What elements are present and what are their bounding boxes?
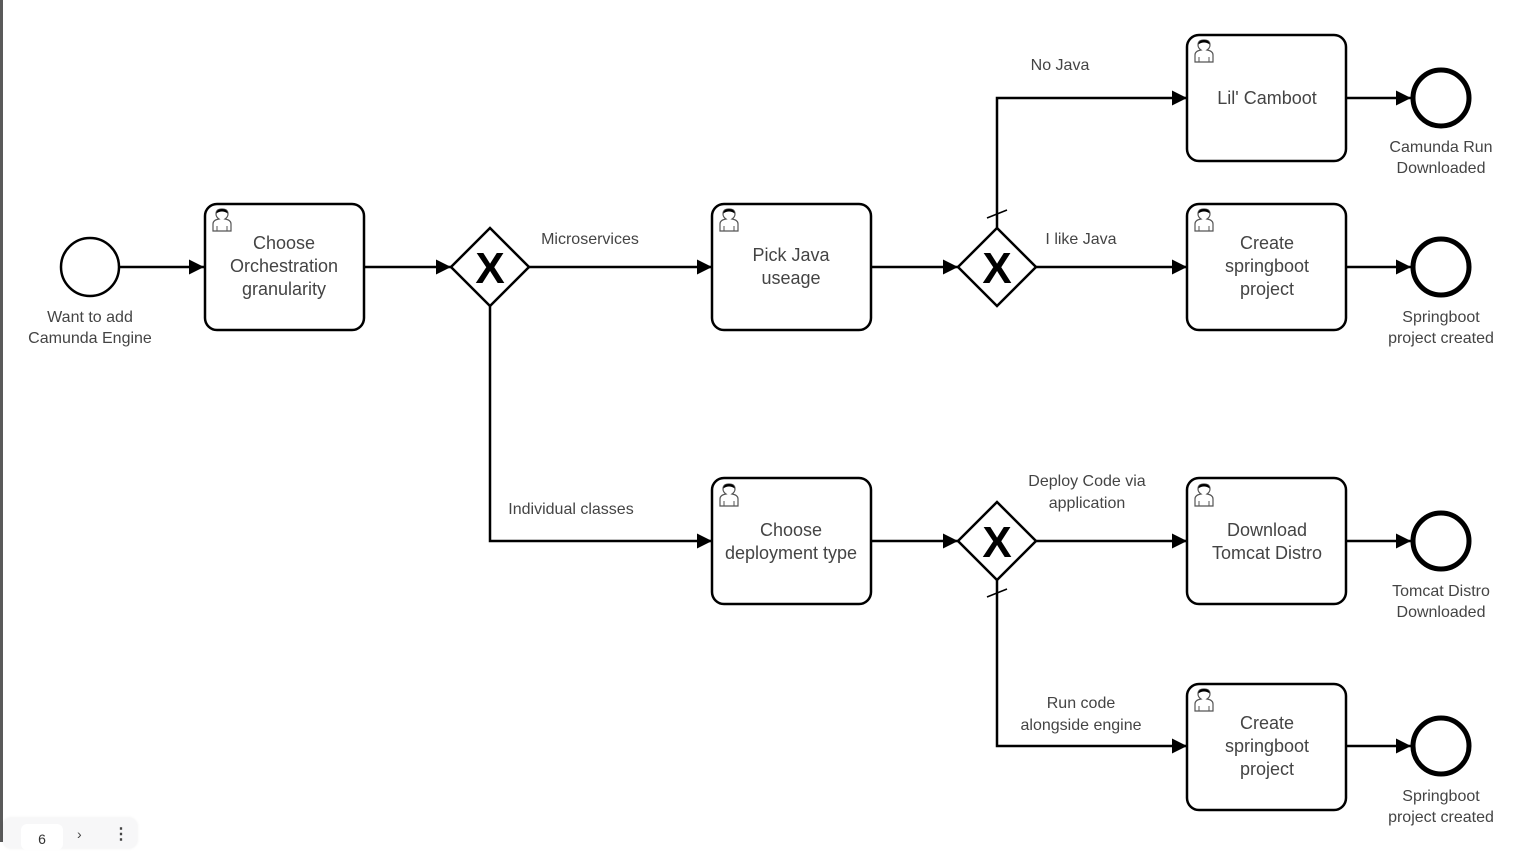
flow-label-no-java: No Java (1031, 57, 1090, 74)
user-icon (719, 483, 739, 507)
start-event-label: Camunda Engine (28, 330, 152, 347)
user-icon (1194, 688, 1214, 712)
user-task-create-springboot-1[interactable]: Create springboot project (1185, 202, 1348, 332)
user-task-create-springboot-2[interactable]: Create springboot project (1185, 682, 1348, 812)
user-task-download-tomcat[interactable]: Download Tomcat Distro (1185, 476, 1348, 606)
start-event-label: Want to add (47, 309, 133, 326)
task-label: springboot (1225, 256, 1309, 276)
user-icon (212, 208, 232, 232)
exclusive-gateway-3[interactable]: X (956, 500, 1038, 582)
end-event-tomcat[interactable]: Tomcat Distro Downloaded (1392, 510, 1490, 621)
task-label: springboot (1225, 736, 1309, 756)
flow-label-deploy-via-application: Deploy Code via (1028, 473, 1146, 490)
task-label: Pick Java (752, 245, 830, 265)
user-icon (719, 208, 739, 232)
end-event-label: Tomcat Distro (1392, 583, 1490, 600)
end-event-label: project created (1388, 330, 1494, 347)
end-event-label: project created (1388, 809, 1494, 826)
user-icon (1194, 483, 1214, 507)
flow-label-i-like-java: I like Java (1045, 231, 1116, 248)
task-label: Tomcat Distro (1212, 543, 1322, 563)
start-event[interactable]: Want to add Camunda Engine (28, 236, 152, 347)
task-label: Download (1227, 520, 1307, 540)
task-label: Orchestration (230, 256, 338, 276)
end-event-springboot-1[interactable]: Springboot project created (1388, 236, 1494, 347)
page-number-input[interactable]: 6 (21, 824, 63, 850)
task-label: Choose (760, 520, 822, 540)
end-event-label: Camunda Run (1389, 139, 1492, 156)
user-task-choose-orchestration[interactable]: Choose Orchestration granularity (203, 202, 366, 332)
task-label: Lil' Camboot (1217, 88, 1316, 108)
end-event-label: Springboot (1402, 309, 1480, 326)
task-label: useage (761, 268, 820, 288)
exclusive-gateway-2[interactable]: X (956, 226, 1038, 308)
end-event-springboot-2[interactable]: Springboot project created (1388, 715, 1494, 826)
user-icon (1194, 208, 1214, 232)
gateway-x-marker: X (982, 244, 1011, 293)
flow-label-individual-classes: Individual classes (508, 501, 633, 518)
page-toolbar: 6 › ⋮ (3, 818, 137, 850)
more-vertical-icon[interactable]: ⋮ (113, 824, 129, 844)
flow-label-run-alongside-engine: Run code (1047, 695, 1116, 712)
end-event-label: Downloaded (1397, 160, 1486, 177)
flow-label-microservices: Microservices (541, 231, 639, 248)
user-task-choose-deployment-type[interactable]: Choose deployment type (710, 476, 873, 606)
exclusive-gateway-1[interactable]: X (449, 226, 531, 308)
task-label: Create (1240, 713, 1294, 733)
bpmn-diagram: Microservices Individual classes No Java… (28, 33, 1494, 826)
user-task-pick-java-useage[interactable]: Pick Java useage (710, 202, 873, 332)
user-task-lil-camboot[interactable]: Lil' Camboot (1185, 33, 1348, 163)
task-label: deployment type (725, 543, 857, 563)
flow-labels: Microservices Individual classes No Java… (508, 57, 1146, 734)
user-icon (1194, 39, 1214, 63)
task-label: granularity (242, 279, 326, 299)
chevron-right-icon[interactable]: › (77, 826, 82, 842)
task-label: project (1240, 759, 1294, 779)
end-event-camunda-run[interactable]: Camunda Run Downloaded (1389, 67, 1493, 177)
sequence-flows (119, 90, 1411, 754)
task-label: project (1240, 279, 1294, 299)
flow-label-run-alongside-engine: alongside engine (1021, 717, 1142, 734)
task-label: Create (1240, 233, 1294, 253)
flow-no-java[interactable] (995, 90, 1187, 228)
end-event-label: Downloaded (1397, 604, 1486, 621)
flow-label-deploy-via-application: application (1049, 495, 1126, 512)
gateway-x-marker: X (475, 244, 504, 293)
task-label: Choose (253, 233, 315, 253)
gateway-x-marker: X (982, 518, 1011, 567)
end-event-label: Springboot (1402, 788, 1480, 805)
